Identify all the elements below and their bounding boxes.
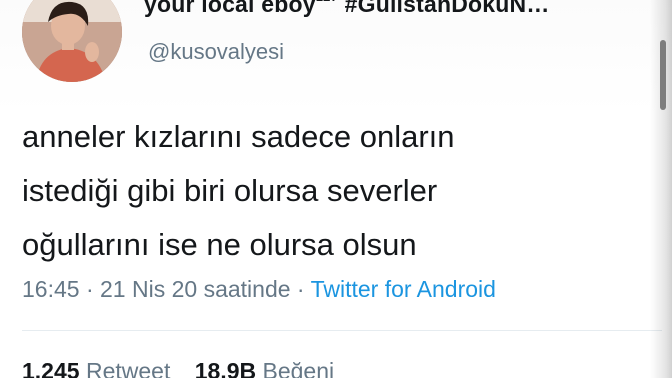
meta-separator-2: · — [296, 276, 305, 302]
tweet-stats: 1.245 Retweet 18,9B Beğeni — [22, 358, 334, 378]
display-name-superscript: 127 — [316, 0, 338, 4]
tweet-source-link[interactable]: Twitter for Android — [311, 276, 496, 302]
divider — [22, 330, 662, 331]
tweet-text: anneler kızlarını sadece onların istediğ… — [22, 110, 642, 272]
display-name-text: your local eboy — [144, 0, 316, 17]
like-label[interactable]: Beğeni — [262, 358, 334, 378]
tweet-time[interactable]: 16:45 — [22, 276, 80, 302]
scroll-indicator — [660, 40, 666, 110]
display-name[interactable]: your local eboy127 #GulistanDokuN… — [144, 0, 550, 18]
tweet-line-2: istediği gibi biri olursa severler — [22, 173, 438, 208]
meta-separator-1: · — [85, 276, 94, 302]
tweet-meta: 16:45 · 21 Nis 20 saatinde · Twitter for… — [22, 276, 496, 303]
avatar[interactable] — [22, 0, 122, 82]
retweet-count[interactable]: 1.245 — [22, 358, 80, 378]
tweet-line-1: anneler kızlarını sadece onların — [22, 119, 455, 154]
tweet-screenshot: your local eboy127 #GulistanDokuN… @kuso… — [0, 0, 672, 378]
tweet-line-3: oğullarını ise ne olursa olsun — [22, 227, 417, 262]
user-handle[interactable]: @kusovalyesi — [148, 39, 284, 65]
tweet-date[interactable]: 21 Nis 20 saatinde — [100, 276, 291, 302]
like-count[interactable]: 18,9B — [195, 358, 256, 378]
retweet-label[interactable]: Retweet — [86, 358, 170, 378]
display-name-hashtag: #GulistanDokuN… — [344, 0, 550, 17]
profile-photo-icon — [22, 0, 122, 82]
